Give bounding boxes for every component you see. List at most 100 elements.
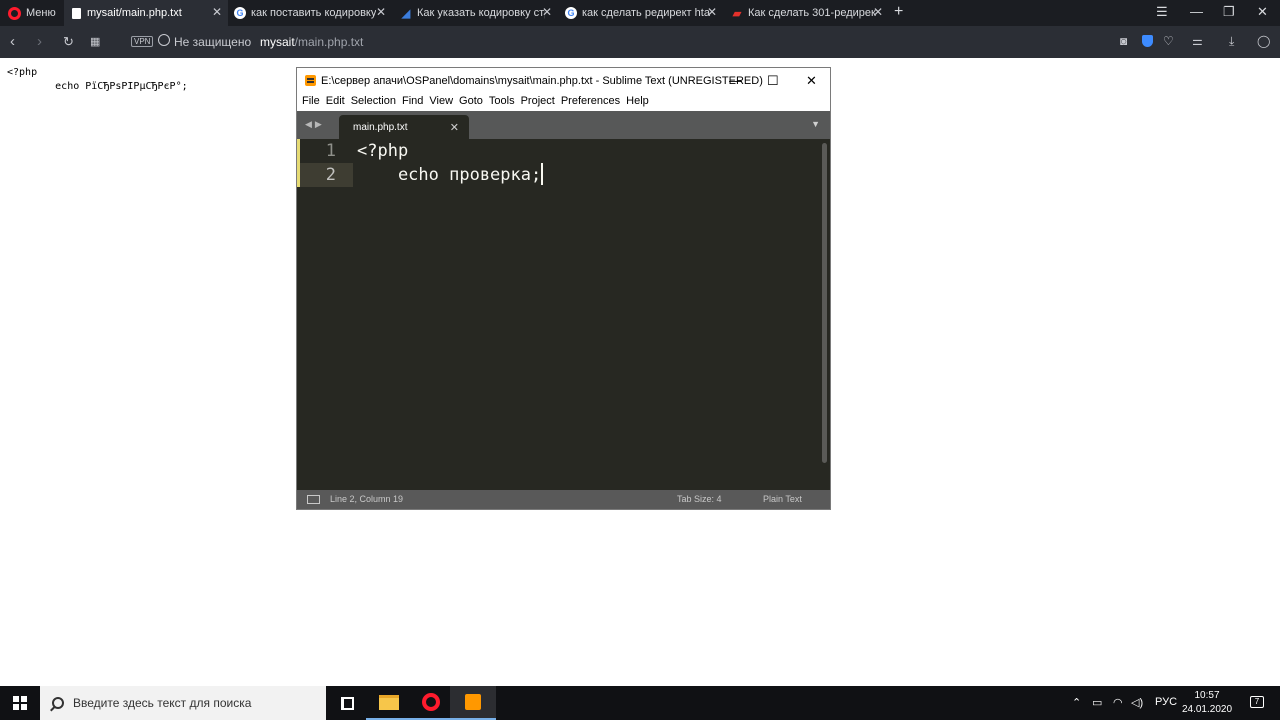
sublime-tab-title: main.php.txt [353, 122, 408, 133]
code-line-text: echo проверка; [357, 165, 542, 185]
globe-icon[interactable] [158, 34, 170, 46]
user-icon[interactable]: ◯ [1257, 34, 1270, 48]
url-host: mysait [260, 35, 295, 49]
vpn-badge[interactable]: VPN [131, 36, 154, 47]
tray-expand-icon[interactable]: ⌃ [1072, 696, 1081, 709]
battery-icon[interactable]: ▭ [1092, 696, 1102, 709]
opera-taskbar-icon[interactable] [408, 686, 454, 720]
tab-search-redirect[interactable]: G как сделать редирект htac ✕ [559, 0, 723, 26]
code-line-current: echo проверка; [357, 163, 543, 187]
google-icon: G [234, 7, 246, 19]
document-icon [70, 7, 82, 19]
tab-title: как поставить кодировку [251, 7, 377, 19]
tab-title: mysait/main.php.txt [87, 7, 182, 19]
forward-icon[interactable]: › [37, 33, 42, 50]
windows-taskbar: Введите здесь текст для поиска ⌃ ▭ ◠ ◁) … [0, 686, 1280, 720]
panel-toggle-icon[interactable] [307, 495, 320, 504]
sublime-window: E:\сервер апачи\OSPanel\domains\mysait\m… [296, 67, 831, 510]
security-status[interactable]: Не защищено [174, 35, 251, 49]
heart-icon[interactable]: ♡ [1163, 34, 1174, 48]
notifications-icon[interactable]: 7 [1250, 696, 1264, 708]
download-icon[interactable]: ⤓ [1229, 34, 1234, 49]
menu-preferences[interactable]: Preferences [560, 93, 625, 111]
close-window-icon[interactable]: ✕ [1257, 4, 1268, 20]
snapshot-icon[interactable]: ◙ [1120, 34, 1127, 48]
volume-icon[interactable]: ◁) [1131, 696, 1143, 709]
menu-label: Меню [26, 7, 56, 19]
address-bar: ‹ › ↻ ▦ VPN Не защищено mysait/main.php.… [0, 26, 1280, 58]
close-tab-icon[interactable]: ✕ [873, 5, 883, 19]
page-content: <?php echo РїСЂРѕРІРµСЂРєР°; [7, 66, 188, 94]
sublime-status-bar: Line 2, Column 19 Tab Size: 4 Plain Text [297, 490, 830, 509]
windows-start-icon[interactable] [13, 696, 27, 710]
line-number: 1 [297, 139, 353, 163]
tab-search-encoding[interactable]: G как поставить кодировку ✕ [228, 0, 392, 26]
menu-tools[interactable]: Tools [488, 93, 520, 111]
close-tab-icon[interactable]: ✕ [542, 5, 552, 19]
sublime-logo-icon [305, 75, 316, 86]
search-placeholder: Введите здесь текст для поиска [73, 696, 252, 710]
code-editor[interactable]: 1 2 <?php echo проверка; [297, 139, 830, 490]
browser-tab-strip: Меню mysait/main.php.txt ✕ G как постави… [0, 0, 1280, 26]
reload-icon[interactable]: ↻ [63, 34, 74, 50]
code-line: <?php [357, 141, 409, 161]
task-view-icon[interactable] [324, 686, 370, 720]
sublime-file-tab[interactable]: main.php.txt ✕ [339, 115, 469, 139]
tab-title: как сделать редирект htac [582, 7, 710, 19]
line-gutter: 1 2 [297, 139, 353, 490]
site-red-icon: ▰ [732, 7, 742, 20]
back-icon[interactable]: ‹ [10, 33, 15, 50]
close-tab-icon[interactable]: ✕ [376, 5, 386, 19]
tab-dropdown-icon[interactable]: ▼ [811, 119, 820, 129]
tab-nav-arrows-icon[interactable]: ◀▶ [305, 119, 325, 130]
clock-date: 24.01.2020 [1181, 704, 1233, 715]
menu-selection[interactable]: Selection [350, 93, 401, 111]
menu-file[interactable]: File [301, 93, 325, 111]
site-icon: ◢ [401, 7, 411, 20]
page-line: <?php [7, 67, 38, 78]
speed-dial-icon[interactable]: ▦ [90, 35, 100, 48]
close-tab-icon[interactable]: ✕ [212, 5, 222, 19]
tab-menu-icon[interactable]: ☰ [1156, 4, 1168, 20]
opera-logo-icon [8, 6, 21, 20]
new-tab-icon[interactable]: + [894, 3, 903, 21]
menu-help[interactable]: Help [625, 93, 654, 111]
sublime-minimize-icon[interactable]: — [729, 73, 742, 88]
url-path: /main.php.txt [294, 35, 364, 49]
menu-find[interactable]: Find [401, 93, 428, 111]
cursor-position: Line 2, Column 19 [330, 494, 404, 504]
language-indicator[interactable]: РУС [1155, 696, 1177, 708]
url-field[interactable]: mysait/main.php.txt [260, 35, 363, 49]
page-line: echo РїСЂРѕРІРµСЂРєР°; [7, 81, 188, 92]
sublime-title: E:\сервер апачи\OSPanel\domains\mysait\m… [321, 74, 763, 87]
search-icon [52, 697, 64, 709]
tab-size-indicator[interactable]: Tab Size: 4 [677, 494, 722, 504]
wifi-icon[interactable]: ◠ [1113, 696, 1123, 709]
tab-mysait[interactable]: mysait/main.php.txt ✕ [64, 0, 228, 26]
clock[interactable]: 10:57 24.01.2020 [1180, 689, 1234, 717]
code-text[interactable]: <?php echo проверка; [357, 139, 543, 187]
file-explorer-icon[interactable] [366, 686, 412, 720]
editor-scrollbar[interactable] [822, 143, 827, 463]
minimize-icon[interactable]: — [1190, 4, 1203, 19]
opera-menu-button[interactable]: Меню [0, 0, 62, 26]
syntax-indicator[interactable]: Plain Text [763, 494, 802, 504]
menu-goto[interactable]: Goto [458, 93, 488, 111]
easy-setup-icon[interactable]: ⚌ [1192, 34, 1203, 48]
adblock-shield-icon[interactable] [1142, 35, 1153, 47]
restore-icon[interactable]: ❐ [1223, 4, 1235, 20]
google-icon: G [565, 7, 577, 19]
menu-edit[interactable]: Edit [325, 93, 350, 111]
tab-encoding-article[interactable]: ◢ Как указать кодировку стр ✕ [394, 0, 558, 26]
close-tab-icon[interactable]: ✕ [707, 5, 717, 19]
menu-view[interactable]: View [428, 93, 458, 111]
sublime-titlebar[interactable]: E:\сервер апачи\OSPanel\domains\mysait\m… [297, 68, 830, 93]
sublime-maximize-icon[interactable]: ☐ [767, 73, 779, 89]
menu-project[interactable]: Project [520, 93, 560, 111]
tab-301-redirect[interactable]: ▰ Как сделать 301-редирект ✕ [725, 0, 889, 26]
sublime-tab-close-icon[interactable]: ✕ [450, 121, 459, 134]
sublime-close-icon[interactable]: ✕ [806, 73, 817, 89]
taskbar-search[interactable]: Введите здесь текст для поиска [40, 686, 326, 720]
sublime-taskbar-icon[interactable] [450, 686, 496, 720]
line-number-current: 2 [297, 163, 353, 187]
